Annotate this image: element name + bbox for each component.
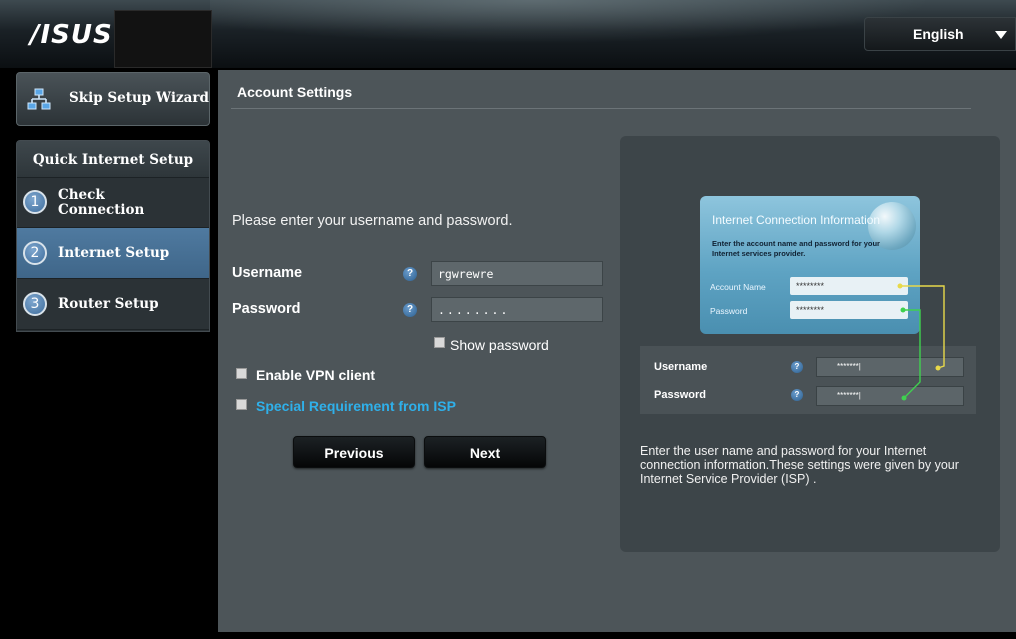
step-internet-setup[interactable]: 2 Internet Setup [17,228,209,279]
help-icon: ? [791,361,803,373]
step-label: Check Connection [58,187,145,218]
username-label: Username [232,265,303,281]
step-router-setup[interactable]: 3 Router Setup [17,279,209,330]
step-label: Internet Setup [58,245,170,261]
step-number-badge: 1 [23,190,47,214]
password-label: Password [232,301,301,317]
language-select[interactable]: English [864,17,1016,51]
skip-setup-wizard-button[interactable]: Skip Setup Wizard [16,72,210,126]
skip-setup-wizard-label: Skip Setup Wizard [69,90,209,106]
show-password-label: Show password [450,337,549,353]
step-label: Router Setup [58,296,159,312]
step-number-badge: 2 [23,241,47,265]
help-icon[interactable]: ? [403,303,417,317]
card-account-label: Account Name [710,282,766,292]
enable-vpn-checkbox[interactable] [236,368,247,379]
username-input[interactable] [431,261,603,286]
account-settings-panel: Account Settings Please enter your usern… [218,70,1016,632]
model-name-box [114,10,212,68]
header-bar: /ISUS English [0,0,1016,68]
card-password-value: ******** [790,301,908,319]
step-number-badge: 3 [23,292,47,316]
password-input[interactable] [431,297,603,322]
mini-password-value: *******| [816,386,964,406]
mini-username-value: *******| [816,357,964,377]
network-icon [27,88,51,110]
asus-logo: /ISUS [30,20,113,50]
card-account-value: ******** [790,277,908,295]
card-title: Internet Connection Information [712,213,881,227]
connection-info-card-illustration: Internet Connection Information Enter th… [700,196,920,334]
chevron-down-icon [995,31,1007,39]
card-password-label: Password [710,306,748,316]
help-icon: ? [791,389,803,401]
next-button[interactable]: Next [424,436,546,468]
show-password-checkbox[interactable] [434,337,445,348]
previous-button[interactable]: Previous [293,436,415,468]
step-check-connection[interactable]: 1 Check Connection [17,177,209,228]
special-requirement-isp-link[interactable]: Special Requirement from ISP [256,398,456,414]
isp-requirement-checkbox[interactable] [236,399,247,410]
enable-vpn-label: Enable VPN client [256,367,376,383]
mini-username-label: Username [654,361,708,373]
quick-setup-panel: Quick Internet Setup 1 Check Connection … [16,140,210,332]
help-illustration-panel: Internet Connection Information Enter th… [620,136,1000,552]
mini-password-label: Password [654,389,706,401]
mini-form-illustration: Username ? *******| Password ? *******| [640,346,976,414]
quick-setup-title: Quick Internet Setup [17,141,209,178]
help-description-text: Enter the user name and password for you… [640,444,959,486]
page-title: Account Settings [237,84,353,100]
help-icon[interactable]: ? [403,267,417,281]
card-description: Enter the account name and password for … [712,239,880,258]
title-divider [231,108,971,109]
language-selected-value: English [913,26,964,42]
instruction-text: Please enter your username and password. [232,213,513,229]
